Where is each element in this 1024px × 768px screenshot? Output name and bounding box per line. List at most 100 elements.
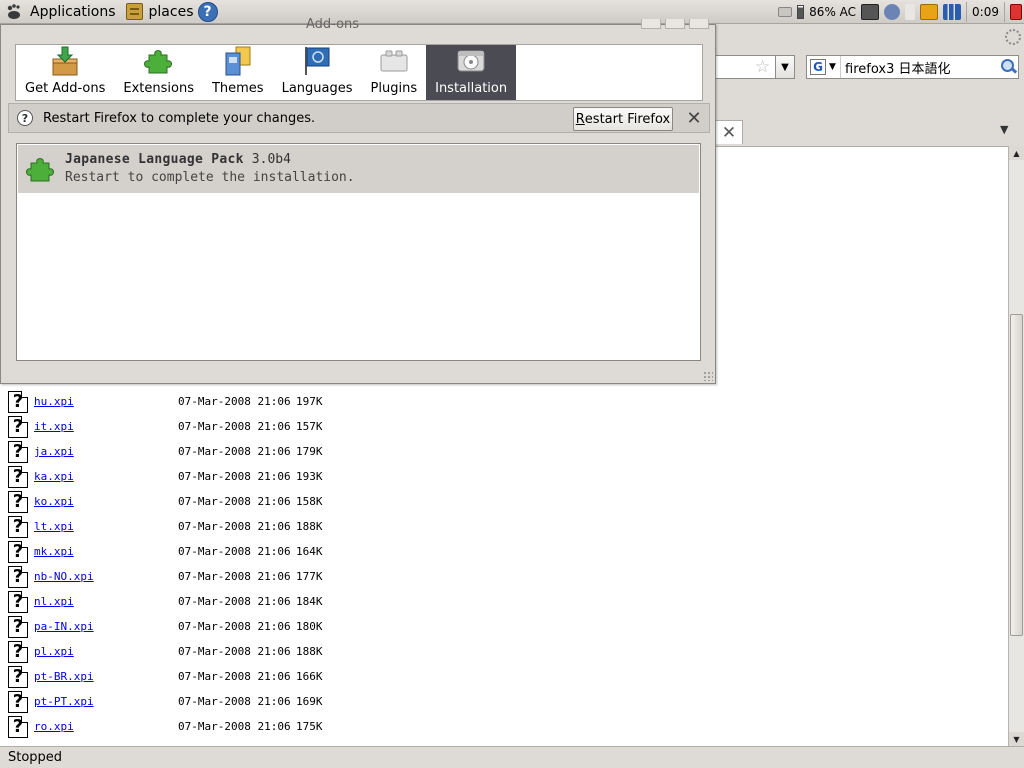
- tab-list-chevron-icon[interactable]: ▼: [1000, 123, 1008, 136]
- scroll-down-icon[interactable]: ▼: [1009, 732, 1024, 746]
- file-link[interactable]: mk.xpi: [34, 545, 178, 558]
- restart-notification: ? Restart Firefox to complete your chang…: [8, 103, 710, 133]
- tab-get-addons[interactable]: Get Add-ons: [16, 45, 114, 100]
- package-icon: [52, 46, 78, 76]
- close-notification-icon[interactable]: ✕: [685, 110, 703, 128]
- system-tray: 86% AC 0:09: [778, 0, 1024, 24]
- close-window-button[interactable]: [689, 19, 709, 29]
- vertical-scrollbar[interactable]: ▲ ▼: [1008, 146, 1024, 746]
- unknown-file-icon: ?: [8, 440, 28, 463]
- file-link[interactable]: ko.xpi: [34, 495, 178, 508]
- file-row: ? pt-BR.xpi 07-Mar-2008 21:06 166K: [8, 664, 336, 689]
- camera-icon[interactable]: [861, 4, 880, 20]
- file-size: 164K: [296, 545, 323, 558]
- file-link[interactable]: pl.xpi: [34, 645, 178, 658]
- unknown-file-icon: ?: [8, 640, 28, 663]
- signal-icon[interactable]: [943, 4, 962, 20]
- tab-languages[interactable]: Languages: [273, 45, 362, 100]
- minimize-button[interactable]: [641, 19, 661, 29]
- unknown-file-icon: ?: [8, 415, 28, 438]
- maximize-button[interactable]: [665, 19, 685, 29]
- installation-list: Japanese Language Pack 3.0b4 Restart to c…: [16, 143, 701, 361]
- addon-entry-japanese[interactable]: Japanese Language Pack 3.0b4 Restart to c…: [18, 145, 699, 193]
- file-link[interactable]: lt.xpi: [34, 520, 178, 533]
- search-bar[interactable]: G ▼ firefox3 日本語化: [806, 55, 1019, 79]
- tab-get-addons-label: Get Add-ons: [25, 81, 106, 96]
- applications-menu[interactable]: Applications: [0, 0, 122, 24]
- file-date: 07-Mar-2008 21:06: [178, 545, 291, 558]
- restart-firefox-button[interactable]: Restart Firefox: [573, 107, 673, 131]
- places-icon: [125, 3, 143, 20]
- file-date: 07-Mar-2008 21:06: [178, 720, 291, 733]
- file-date: 07-Mar-2008 21:06: [178, 570, 291, 583]
- addon-version: 3.0b4: [251, 152, 291, 167]
- tab-installation-label: Installation: [435, 81, 508, 96]
- file-link[interactable]: nl.xpi: [34, 595, 178, 608]
- file-size: 177K: [296, 570, 323, 583]
- file-size: 166K: [296, 670, 323, 683]
- applications-label: Applications: [30, 3, 116, 20]
- logout-icon[interactable]: [1010, 4, 1022, 20]
- file-link[interactable]: pa-IN.xpi: [34, 620, 178, 633]
- file-link[interactable]: ro.xpi: [34, 720, 178, 733]
- file-row: ? ja.xpi 07-Mar-2008 21:06 179K: [8, 439, 336, 464]
- file-date: 07-Mar-2008 21:06: [178, 420, 291, 433]
- file-date: 07-Mar-2008 21:06: [178, 595, 291, 608]
- url-history-dropdown[interactable]: ▼: [775, 55, 795, 79]
- unknown-file-icon: ?: [8, 615, 28, 638]
- addon-name: Japanese Language Pack: [65, 152, 244, 167]
- file-date: 07-Mar-2008 21:06: [178, 495, 291, 508]
- places-menu[interactable]: places: [122, 3, 194, 20]
- clock[interactable]: 0:09: [972, 5, 999, 19]
- tray-separator: [966, 2, 968, 22]
- scroll-up-icon[interactable]: ▲: [1009, 146, 1024, 160]
- tab-plugins[interactable]: Plugins: [362, 45, 427, 100]
- throbber-icon: [1005, 29, 1021, 45]
- notification-text: Restart Firefox to complete your changes…: [43, 110, 316, 126]
- file-link[interactable]: ka.xpi: [34, 470, 178, 483]
- puzzle-icon: [26, 158, 54, 182]
- unknown-file-icon: ?: [8, 590, 28, 613]
- tab-themes[interactable]: Themes: [203, 45, 273, 100]
- network-icon[interactable]: [884, 4, 901, 20]
- search-icon[interactable]: [998, 57, 1018, 77]
- file-link[interactable]: pt-PT.xpi: [34, 695, 178, 708]
- search-input[interactable]: firefox3 日本語化: [841, 58, 998, 77]
- unknown-file-icon: ?: [8, 665, 28, 688]
- google-icon: G: [810, 59, 826, 75]
- file-row: ? pt-PT.xpi 07-Mar-2008 21:06 169K: [8, 689, 336, 714]
- file-row: ? mk.xpi 07-Mar-2008 21:06 164K: [8, 539, 336, 564]
- tray-separator: [1004, 2, 1005, 22]
- help-icon[interactable]: ?: [197, 1, 218, 22]
- file-size: 188K: [296, 645, 323, 658]
- addons-dialog: Add-ons Get Add-ons Extensions Themes La…: [0, 17, 716, 384]
- unknown-file-icon: ?: [8, 515, 28, 538]
- tab-extensions[interactable]: Extensions: [114, 45, 203, 100]
- unknown-file-icon: ?: [8, 715, 28, 738]
- restart-button-label: estart Firefox: [584, 112, 671, 127]
- file-row: ? pl.xpi 07-Mar-2008 21:06 188K: [8, 639, 336, 664]
- file-link[interactable]: ja.xpi: [34, 445, 178, 458]
- unknown-file-icon: ?: [8, 465, 28, 488]
- file-link[interactable]: it.xpi: [34, 420, 178, 433]
- file-link[interactable]: nb-NO.xpi: [34, 570, 178, 583]
- file-link[interactable]: pt-BR.xpi: [34, 670, 178, 683]
- top-panel: Applications places ? 86% AC 0:09: [0, 0, 1024, 24]
- tab-languages-label: Languages: [281, 81, 353, 96]
- crown-icon[interactable]: [920, 4, 939, 20]
- chevron-down-icon: ▼: [829, 62, 836, 72]
- disk-icon[interactable]: [778, 7, 793, 17]
- places-label: places: [148, 3, 194, 20]
- file-date: 07-Mar-2008 21:06: [178, 670, 291, 683]
- file-link[interactable]: hu.xpi: [34, 395, 178, 408]
- resize-grip[interactable]: [703, 371, 713, 381]
- unknown-file-icon: ?: [8, 565, 28, 588]
- question-icon: ?: [17, 110, 33, 126]
- close-tab-icon[interactable]: ✕: [715, 120, 743, 144]
- tab-installation[interactable]: Installation: [426, 45, 517, 100]
- bookmark-star-icon[interactable]: ☆: [755, 57, 770, 77]
- battery-icon[interactable]: [797, 5, 805, 19]
- scrollbar-thumb[interactable]: [1010, 314, 1023, 636]
- file-size: 188K: [296, 520, 323, 533]
- search-engine-selector[interactable]: G ▼: [807, 56, 841, 78]
